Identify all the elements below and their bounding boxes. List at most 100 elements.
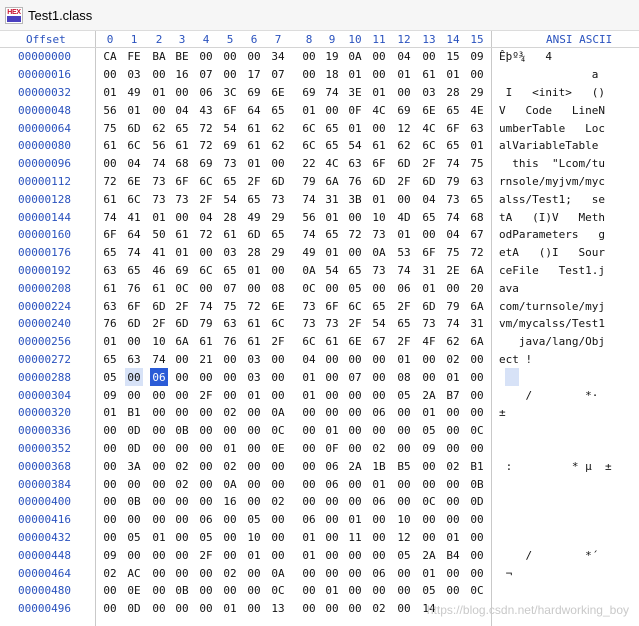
hex-byte[interactable]: 21 [197,351,215,369]
hex-byte[interactable]: 28 [444,84,462,102]
hex-byte[interactable]: 76 [346,173,364,191]
hex-byte[interactable]: 00 [269,368,287,386]
hex-byte[interactable]: 6D [125,315,143,333]
hex-byte[interactable]: 04 [395,48,413,66]
hex-byte[interactable]: 74 [101,208,119,226]
hex-byte[interactable]: 00 [101,511,119,529]
hex-byte[interactable]: 01 [173,244,191,262]
hex-byte[interactable]: 07 [221,279,239,297]
hex-byte[interactable]: 00 [370,529,388,547]
hex-byte[interactable]: 0B [173,582,191,600]
hex-byte[interactable]: 63 [346,155,364,173]
hex-byte[interactable]: 01 [323,582,341,600]
hex-byte[interactable]: 00 [197,564,215,582]
hex-byte[interactable]: 0E [125,582,143,600]
hex-byte[interactable]: 29 [269,244,287,262]
hex-byte[interactable]: 01 [420,564,438,582]
hex-byte[interactable]: 01 [101,404,119,422]
hex-byte[interactable]: 61 [173,226,191,244]
hex-byte[interactable]: 0A [346,48,364,66]
hex-byte[interactable]: 2F [173,297,191,315]
hex-byte[interactable]: 01 [346,119,364,137]
hex-byte[interactable]: 00 [346,422,364,440]
hex-byte[interactable]: 65 [221,173,239,191]
hex-byte[interactable]: 00 [395,440,413,458]
hex-byte[interactable]: 63 [125,351,143,369]
hex-byte[interactable]: 65 [323,119,341,137]
hex-byte[interactable]: B1 [125,404,143,422]
hex-byte[interactable]: 05 [101,368,119,386]
hex-byte[interactable]: 65 [444,101,462,119]
hex-row[interactable]: 00000288 05 00 06 00 00 00 03 00 01 00 07 00 08 00 01 00 [0,368,639,387]
hex-byte[interactable]: 0C [420,493,438,511]
hex-row[interactable]: 00000064 75 6D 62 65 72 54 61 62 6C 65 01 00 12 4C 6F 63… [0,119,639,137]
hex-byte[interactable]: 00 [444,511,462,529]
hex-byte[interactable]: 6F [101,226,119,244]
hex-byte[interactable]: 00 [101,440,119,458]
hex-row[interactable]: 00000272 65 63 74 00 21 00 03 00 04 00 00 00 01 00 02 00… [0,351,639,369]
hex-byte[interactable]: 61 [245,137,263,155]
hex-byte[interactable]: 00 [444,422,462,440]
hex-byte[interactable]: 62 [269,137,287,155]
hex-byte[interactable]: 00 [173,386,191,404]
hex-byte[interactable]: 01 [245,386,263,404]
hex-byte[interactable]: 00 [245,564,263,582]
hex-byte[interactable]: 6E [420,101,438,119]
hex-byte[interactable]: 75 [101,119,119,137]
hex-byte[interactable]: 6A [323,173,341,191]
hex-byte[interactable]: 6F [370,155,388,173]
hex-byte[interactable]: 63 [101,262,119,280]
hex-byte[interactable]: 46 [150,262,168,280]
hex-byte[interactable]: 01 [300,546,318,564]
hex-byte[interactable]: 63 [101,297,119,315]
hex-byte[interactable]: 00 [245,600,263,618]
hex-byte[interactable]: 56 [101,101,119,119]
hex-byte[interactable]: 61 [173,137,191,155]
hex-byte[interactable]: 65 [269,101,287,119]
hex-byte[interactable]: 72 [245,297,263,315]
hex-byte[interactable]: 6C [269,315,287,333]
hex-byte[interactable]: 00 [150,457,168,475]
hex-byte[interactable]: 00 [323,546,341,564]
hex-byte[interactable]: CA [101,48,119,66]
hex-byte[interactable]: AC [125,564,143,582]
hex-byte[interactable]: 6D [370,173,388,191]
hex-byte[interactable]: 73 [300,297,318,315]
hex-byte[interactable]: 6D [173,315,191,333]
hex-byte[interactable]: 3C [221,84,239,102]
hex-byte[interactable]: 61 [245,315,263,333]
hex-row[interactable]: 00000240 76 6D 2F 6D 79 63 61 6C 73 73 2F 54 65 73 74 31… [0,315,639,333]
hex-byte[interactable]: 00 [444,404,462,422]
hex-byte[interactable]: 00 [150,386,168,404]
hex-byte[interactable]: 75 [468,155,486,173]
hex-byte[interactable]: 72 [101,173,119,191]
hex-byte[interactable]: 74 [323,84,341,102]
hex-byte[interactable]: 00 [346,244,364,262]
hex-byte[interactable]: 01 [300,368,318,386]
hex-byte[interactable]: 00 [346,582,364,600]
hex-byte[interactable]: 00 [150,66,168,84]
hex-byte[interactable]: 00 [245,404,263,422]
hex-byte[interactable]: 06 [197,84,215,102]
hex-byte[interactable]: 73 [269,190,287,208]
hex-byte[interactable]: 74 [150,351,168,369]
hex-byte[interactable]: 00 [245,493,263,511]
hex-row[interactable]: 00000464 02 AC 00 00 00 02 00 0A 00 00 00 06 00 01 00 00… [0,564,639,582]
hex-byte[interactable]: 01 [468,137,486,155]
hex-byte[interactable]: 49 [300,244,318,262]
hex-byte[interactable]: 54 [221,190,239,208]
hex-byte[interactable]: 01 [150,84,168,102]
hex-byte[interactable]: 0A [269,564,287,582]
hex-byte[interactable]: 1B [370,457,388,475]
hex-byte[interactable]: 2F [150,315,168,333]
hex-byte[interactable]: 00 [221,351,239,369]
hex-byte[interactable]: 6C [420,137,438,155]
hex-byte[interactable]: 00 [125,511,143,529]
hex-byte[interactable]: 06 [197,511,215,529]
hex-byte[interactable]: 73 [221,155,239,173]
hex-byte[interactable]: 04 [197,208,215,226]
hex-byte[interactable]: 12 [395,119,413,137]
hex-byte[interactable]: 00 [323,279,341,297]
hex-byte[interactable]: 73 [420,315,438,333]
hex-byte[interactable]: 00 [101,529,119,547]
